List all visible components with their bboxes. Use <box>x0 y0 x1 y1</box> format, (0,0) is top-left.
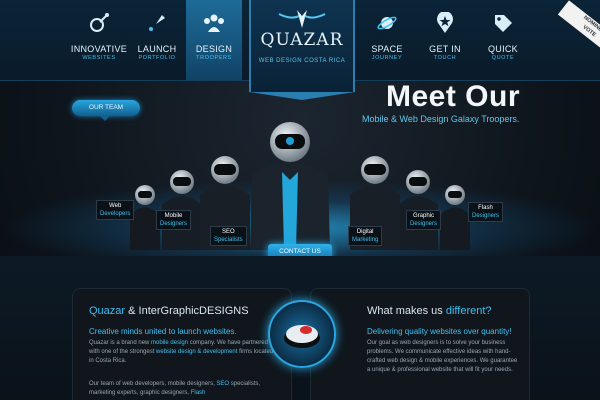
nav-label: INNOVATIVE <box>70 44 128 54</box>
role-tag-title: Flash <box>478 205 493 211</box>
satellite-icon <box>90 13 109 32</box>
about-panel: Quazar & InterGraphicDESIGNS Creative mi… <box>72 288 292 400</box>
role-tag-title: Web <box>109 203 122 209</box>
difference-title: What makes us different? <box>367 305 492 317</box>
body-text: Quazar is a brand new <box>89 340 152 346</box>
role-tag-title: SEO <box>222 229 235 235</box>
nav-innovative-websites[interactable]: INNOVATIVE WEBSITES <box>68 0 130 80</box>
nav-sublabel: WEBSITES <box>82 55 116 61</box>
nav-label: SPACE <box>371 44 403 54</box>
difference-body: Our goal as web designers is to solve yo… <box>367 340 518 373</box>
logo-tagline: WEB DESIGN COSTA RICA <box>258 58 346 64</box>
trooper <box>440 185 470 250</box>
rocket-icon <box>149 15 165 31</box>
role-tag-title: Digital <box>356 229 374 235</box>
role-tag-flash-designers: Flash Designers <box>468 202 504 222</box>
about-lead: Creative minds united to launch websites… <box>89 327 237 336</box>
nav-label: GET IN <box>429 44 461 54</box>
nav-get-in-touch[interactable]: GET IN TOUCH <box>414 0 476 80</box>
nav-sublabel: QUOTE <box>491 55 515 61</box>
role-tag-mobile-designers: Mobile Designers <box>156 210 192 230</box>
role-tag-subtitle: Designers <box>410 221 438 227</box>
nav-sublabel: TROOPERS <box>196 55 232 61</box>
logo-wordmark: QUAZAR <box>260 30 344 50</box>
role-tag-subtitle: Designers <box>472 213 500 219</box>
role-tag-subtitle: Specialists <box>214 237 243 243</box>
nav-label: DESIGN <box>195 44 233 54</box>
role-tag-digital-marketing: Digital Marketing <box>348 226 383 246</box>
nav-sublabel: TOUCH <box>433 55 457 61</box>
team-illustration <box>130 122 470 250</box>
difference-lead: Delivering quality websites over quantit… <box>367 327 512 336</box>
difference-panel: What makes us different? Delivering qual… <box>310 288 530 400</box>
body-text: Our team of web developers, mobile desig… <box>89 381 217 387</box>
partner-name: & InterGraphicDESIGNS <box>125 305 249 317</box>
group-icon <box>204 14 224 32</box>
logo[interactable]: QUAZAR WEB DESIGN COSTA RICA <box>249 0 355 100</box>
web-development-link[interactable]: website design & development <box>156 349 237 355</box>
flash-link[interactable]: Flash <box>191 390 206 396</box>
planet-icon <box>377 16 397 30</box>
leader-trooper <box>250 122 330 250</box>
launch-button[interactable] <box>268 300 336 368</box>
mobile-design-link[interactable]: mobile design <box>151 340 188 346</box>
nav-label: QUICK <box>487 44 518 54</box>
page: INNOVATIVE WEBSITES LAUNCH PORTFOLIO DES… <box>0 0 600 400</box>
difference-highlight: different? <box>445 305 492 317</box>
top-navigation: INNOVATIVE WEBSITES LAUNCH PORTFOLIO DES… <box>0 0 600 100</box>
star-pin-icon <box>437 12 453 33</box>
about-body: Quazar is a brand new mobile design comp… <box>89 339 279 366</box>
seo-link[interactable]: SEO <box>216 381 229 387</box>
hero-section: OUR TEAM Meet Our Mobile & Web Design Ga… <box>0 80 600 260</box>
launch-button-icon <box>284 325 320 348</box>
role-tag-title: Mobile <box>164 213 183 219</box>
nav-sublabel: PORTFOLIO <box>138 55 176 61</box>
role-tag-subtitle: Marketing <box>352 237 379 243</box>
role-tag-graphic-designers: Graphic Designers <box>406 210 442 230</box>
hero-title: Meet Our <box>386 80 521 113</box>
nav-space-journey[interactable]: SPACE JOURNEY <box>356 0 418 80</box>
nav-quick-quote[interactable]: QUICK QUOTE <box>472 0 534 80</box>
nav-label: LAUNCH <box>137 44 177 54</box>
nav-launch-portfolio[interactable]: LAUNCH PORTFOLIO <box>126 0 188 80</box>
role-tag-subtitle: Developers <box>100 211 131 217</box>
team-body: Our team of web developers, mobile desig… <box>89 380 279 398</box>
role-tag-seo-specialists: SEO Specialists <box>210 226 247 246</box>
about-title: Quazar & InterGraphicDESIGNS <box>89 305 249 317</box>
tag-icon <box>495 15 512 32</box>
wings-icon <box>278 10 326 28</box>
role-tag-web-developers: Web Developers <box>96 200 135 220</box>
difference-title-text: What makes us <box>367 305 446 317</box>
brand-name: Quazar <box>89 305 126 317</box>
nav-design-troopers[interactable]: DESIGN TROOPERS <box>186 0 242 80</box>
our-team-badge[interactable]: OUR TEAM <box>72 100 140 116</box>
nav-sublabel: JOURNEY <box>371 55 403 61</box>
role-tag-subtitle: Designers <box>160 221 188 227</box>
role-tag-title: Graphic <box>413 213 435 219</box>
